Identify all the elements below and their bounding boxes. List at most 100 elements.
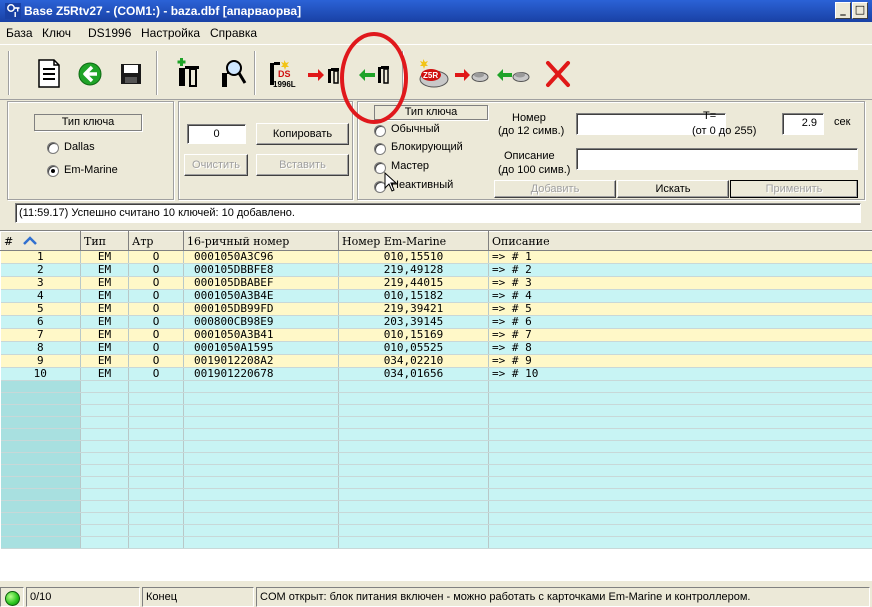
column-header-hex[interactable]: 16-ричный номер: [183, 231, 339, 251]
add-button[interactable]: Добавить: [494, 180, 616, 198]
cell-type: EM: [80, 367, 129, 381]
go-forward-button[interactable]: [70, 53, 110, 93]
t-unit: сек: [834, 116, 851, 128]
new-document-button[interactable]: [28, 53, 68, 93]
z5r-button[interactable]: Z5R: [410, 53, 450, 93]
sort-arrow-icon[interactable]: [22, 235, 37, 248]
empty-cell: [488, 524, 872, 537]
cell-hex: 000105DBABEF: [183, 276, 339, 290]
table-row[interactable]: 2 EM O 000105DBBFE8 219,49128 => # 2: [0, 263, 872, 277]
column-header-type[interactable]: Тип: [80, 231, 129, 251]
empty-cell: [80, 500, 129, 513]
paste-button[interactable]: Вставить: [256, 154, 349, 176]
cell-number: 4: [0, 289, 81, 303]
cell-number: 10: [0, 367, 81, 381]
menu-baza[interactable]: База: [6, 26, 33, 40]
empty-cell: [338, 476, 489, 489]
search-key-button[interactable]: [212, 53, 252, 93]
copy-button[interactable]: Копировать: [256, 123, 349, 145]
write-z5r-icon: [455, 69, 489, 82]
cell-hex: 000800CB98E9: [183, 315, 339, 329]
empty-cell: [128, 380, 184, 393]
table-row[interactable]: 3 EM O 000105DBABEF 219,44015 => # 3: [0, 276, 872, 290]
empty-cell: [128, 464, 184, 477]
minimize-button[interactable]: _: [835, 2, 851, 19]
clear-button[interactable]: Очистить: [184, 154, 248, 176]
key-edit-panel: Тип ключа Обычный Блокирующий Мастер Неа…: [357, 101, 865, 200]
empty-cell: [80, 476, 129, 489]
write-key-button[interactable]: [304, 53, 344, 93]
menu-bar: База Ключ DS1996 Настройка Справка: [0, 23, 872, 43]
menu-help[interactable]: Справка: [210, 26, 257, 40]
toolbar: DS 1996L Z5R: [0, 44, 872, 100]
table-header: # Тип Атр 16-ричный номер Номер Em-Marin…: [0, 231, 872, 251]
copy-count-field[interactable]: 0: [187, 124, 246, 144]
cell-hex: 0001050A3B4E: [183, 289, 339, 303]
radio-normal[interactable]: [374, 125, 386, 137]
app-window: Base Z5Rtv27 - (COM1:) - baza.dbf [апарв…: [0, 0, 872, 607]
menu-ds1996[interactable]: DS1996: [88, 26, 131, 40]
save-icon: [121, 64, 141, 84]
delete-button[interactable]: [538, 53, 578, 93]
maximize-button[interactable]: □: [852, 2, 868, 19]
save-button[interactable]: [110, 53, 150, 93]
column-header-attr[interactable]: Атр: [128, 231, 184, 251]
cell-attr: O: [128, 354, 184, 368]
ds1996-icon: DS 1996L: [270, 60, 296, 89]
table-row[interactable]: 5 EM O 000105DB99FD 219,39421 => # 5: [0, 302, 872, 316]
table-row[interactable]: 4 EM O 0001050A3B4E 010,15182 => # 4: [0, 289, 872, 303]
table-row[interactable]: 8 EM O 0001050A1595 010,05525 => # 8: [0, 341, 872, 355]
empty-cell: [338, 392, 489, 405]
empty-row: [0, 452, 872, 465]
empty-cell: [80, 440, 129, 453]
add-key-button[interactable]: [168, 53, 208, 93]
empty-row: [0, 512, 872, 525]
column-header-em-marine[interactable]: Номер Em-Marine: [338, 231, 489, 251]
empty-cell: [128, 488, 184, 501]
column-header-number[interactable]: #: [0, 231, 81, 251]
menu-key[interactable]: Ключ: [42, 26, 71, 40]
cell-attr: O: [128, 276, 184, 290]
t-input[interactable]: 2.9: [782, 113, 824, 135]
table-row[interactable]: 6 EM O 000800CB98E9 203,39145 => # 6: [0, 315, 872, 329]
cell-number: 9: [0, 354, 81, 368]
empty-cell: [183, 452, 339, 465]
radio-em-marine[interactable]: [47, 165, 59, 177]
delete-icon: [546, 61, 570, 87]
radio-em-marine-label: Em-Marine: [64, 164, 118, 176]
table-row[interactable]: 7 EM O 0001050A3B41 010,15169 => # 7: [0, 328, 872, 342]
write-z5r-button[interactable]: [452, 53, 492, 93]
empty-cell: [488, 500, 872, 513]
cell-attr: O: [128, 315, 184, 329]
apply-button[interactable]: Применить: [730, 180, 858, 198]
column-header-description[interactable]: Описание: [488, 231, 872, 251]
cell-number: 3: [0, 276, 81, 290]
radio-blocking[interactable]: [374, 143, 386, 155]
write-key-icon: [308, 68, 339, 84]
description-input[interactable]: [576, 148, 858, 170]
ds1996-button[interactable]: DS 1996L: [262, 53, 302, 93]
empty-cell: [80, 428, 129, 441]
cell-number: 8: [0, 341, 81, 355]
radio-dallas[interactable]: [47, 142, 59, 154]
cell-hex: 000105DBBFE8: [183, 263, 339, 277]
menu-settings[interactable]: Настройка: [141, 26, 200, 40]
empty-cell: [488, 428, 872, 441]
empty-cell: [128, 500, 184, 513]
empty-cell: [488, 392, 872, 405]
table-row[interactable]: 1 EM O 0001050A3C96 010,15510 => # 1: [0, 250, 872, 264]
empty-cell: [338, 464, 489, 477]
empty-cell: [183, 440, 339, 453]
cell-type: EM: [80, 250, 129, 264]
cell-description: => # 7: [488, 328, 872, 342]
empty-row: [0, 536, 872, 549]
cell-description: => # 9: [488, 354, 872, 368]
empty-cell: [0, 488, 81, 501]
read-z5r-button[interactable]: [492, 53, 532, 93]
find-button[interactable]: Искать: [617, 180, 729, 198]
empty-cell: [128, 524, 184, 537]
table-row[interactable]: 9 EM O 0019012208A2 034,02210 => # 9: [0, 354, 872, 368]
table-row[interactable]: 10 EM O 001901220678 034,01656 => # 10: [0, 367, 872, 381]
window-title: Base Z5Rtv27 - (COM1:) - baza.dbf [апарв…: [24, 4, 302, 18]
app-key-icon: [5, 3, 21, 19]
